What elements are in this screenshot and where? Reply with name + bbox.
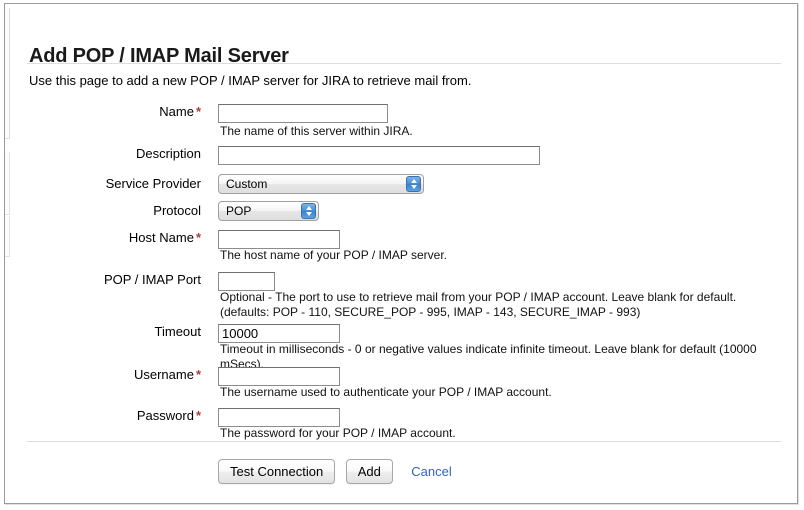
form-button-bar: Test Connection Add Cancel [218, 459, 452, 485]
label-service-provider: Service Provider [105, 176, 201, 191]
browser-window-frame: Add POP / IMAP Mail Server Use this page… [4, 3, 798, 504]
label-password-text: Password [136, 408, 194, 423]
cancel-link[interactable]: Cancel [411, 459, 451, 484]
required-indicator: * [195, 230, 201, 245]
page-description: Use this page to add a new POP / IMAP se… [29, 73, 472, 88]
label-host-name-text: Host Name [128, 230, 194, 245]
service-provider-value: Custom [226, 177, 268, 191]
name-input[interactable] [218, 104, 388, 123]
control-wrap-timeout [218, 324, 340, 343]
chevron-down-icon [410, 185, 417, 189]
label-username-text: Username [133, 367, 194, 382]
chevron-up-icon [305, 206, 312, 210]
page-title: Add POP / IMAP Mail Server [29, 45, 289, 68]
control-wrap-port [218, 272, 275, 291]
protocol-value: POP [226, 204, 252, 218]
hint-port: Optional - The port to use to retrieve m… [220, 290, 737, 319]
required-indicator: * [195, 408, 201, 423]
required-indicator: * [195, 367, 201, 382]
control-wrap-host-name [218, 230, 340, 249]
host-name-input[interactable] [218, 230, 340, 249]
add-button[interactable]: Add [345, 459, 393, 484]
chevron-up-icon [410, 179, 417, 183]
title-divider [27, 63, 781, 64]
label-name-text: Name [159, 104, 194, 119]
label-protocol: Protocol [153, 203, 201, 218]
protocol-select[interactable]: POP [218, 201, 319, 221]
control-wrap-description [218, 146, 540, 165]
username-input[interactable] [218, 367, 340, 386]
chevron-down-icon [305, 212, 312, 216]
description-input[interactable] [218, 146, 540, 165]
control-wrap-username [218, 367, 340, 386]
select-stepper-icon[interactable] [301, 203, 316, 219]
label-name: Name * [5, 104, 201, 119]
port-input[interactable] [218, 272, 275, 291]
hint-password: The password for your POP / IMAP account… [220, 426, 456, 440]
service-provider-select[interactable]: Custom [218, 174, 424, 194]
label-port: POP / IMAP Port [103, 272, 201, 287]
control-wrap-protocol: POP [218, 201, 319, 226]
hint-name: The name of this server within JIRA. [220, 124, 413, 138]
select-stepper-icon[interactable] [406, 176, 421, 192]
page-content: Add POP / IMAP Mail Server Use this page… [5, 4, 799, 505]
hint-host-name: The host name of your POP / IMAP server. [220, 248, 447, 262]
label-host-name: Host Name * [5, 230, 201, 245]
label-username: Username * [5, 367, 201, 382]
test-connection-button[interactable]: Test Connection [218, 459, 336, 484]
hint-username: The username used to authenticate your P… [220, 385, 552, 399]
required-indicator: * [195, 104, 201, 119]
label-password: Password * [5, 408, 201, 423]
label-description: Description [135, 146, 201, 161]
password-input[interactable] [218, 408, 340, 427]
control-wrap-service-provider: Custom [218, 174, 424, 199]
control-wrap-password [218, 408, 340, 427]
label-timeout: Timeout [154, 324, 201, 339]
timeout-input[interactable] [218, 324, 340, 343]
footer-divider [27, 441, 781, 442]
control-wrap-name [218, 104, 388, 123]
